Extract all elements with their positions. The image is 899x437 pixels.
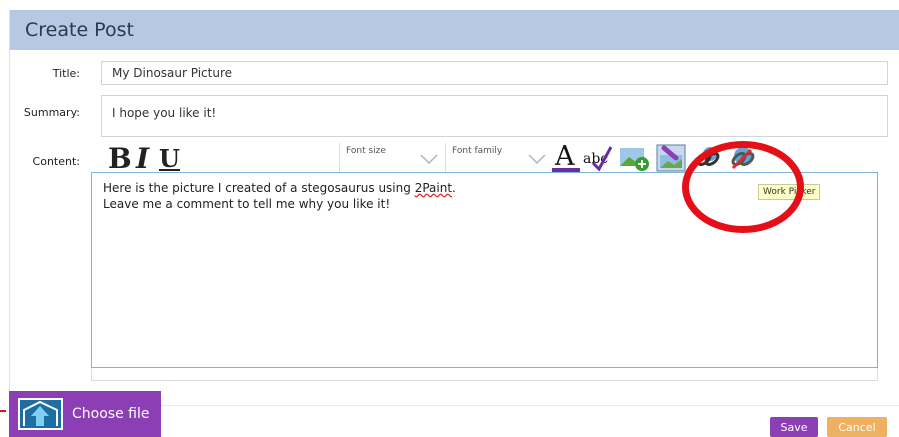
- page-title: Create Post: [25, 19, 134, 41]
- italic-icon[interactable]: I: [136, 142, 149, 175]
- panel-header: Create Post: [10, 10, 899, 50]
- cancel-button[interactable]: Cancel: [827, 417, 887, 437]
- save-button[interactable]: Save: [770, 417, 818, 437]
- font-size-label: Font size: [346, 146, 386, 156]
- align-right-icon[interactable]: [239, 143, 261, 173]
- highlight-circle: [682, 141, 804, 233]
- font-family-label: Font family: [452, 146, 503, 156]
- chevron-down-icon: [528, 155, 546, 164]
- summary-field[interactable]: I hope you like it!: [101, 95, 888, 137]
- underline-icon[interactable]: U: [159, 143, 180, 173]
- font-color-icon[interactable]: A: [552, 141, 580, 173]
- upload-icon: [18, 398, 63, 430]
- title-field[interactable]: My Dinosaur Picture: [101, 61, 888, 85]
- chevron-down-icon: [420, 155, 438, 164]
- editor-text: .: [452, 181, 456, 195]
- content-label: Content:: [32, 155, 80, 168]
- align-left-icon[interactable]: [187, 143, 209, 173]
- choose-file-label: Choose file: [72, 406, 150, 422]
- font-family-select[interactable]: Font family: [445, 143, 550, 173]
- ordered-list-icon[interactable]: [291, 143, 313, 173]
- align-justify-icon[interactable]: [265, 143, 287, 173]
- editor-footer: [91, 368, 878, 381]
- unordered-list-icon[interactable]: [317, 143, 339, 173]
- choose-file-button[interactable]: Choose file: [9, 391, 161, 437]
- bold-icon[interactable]: B: [108, 142, 132, 175]
- title-label: Title:: [52, 67, 80, 80]
- insert-image-icon[interactable]: [619, 143, 649, 173]
- font-size-select[interactable]: Font size: [339, 143, 442, 173]
- misspelled-word: 2Paint: [414, 181, 453, 195]
- spellcheck-icon[interactable]: abc: [583, 143, 613, 173]
- editor-text: Here is the picture I created of a stego…: [103, 181, 415, 195]
- work-picker-icon[interactable]: [656, 143, 686, 173]
- summary-label: Summary:: [23, 106, 80, 119]
- pointer-mark: [0, 410, 6, 412]
- align-center-icon[interactable]: [213, 143, 235, 173]
